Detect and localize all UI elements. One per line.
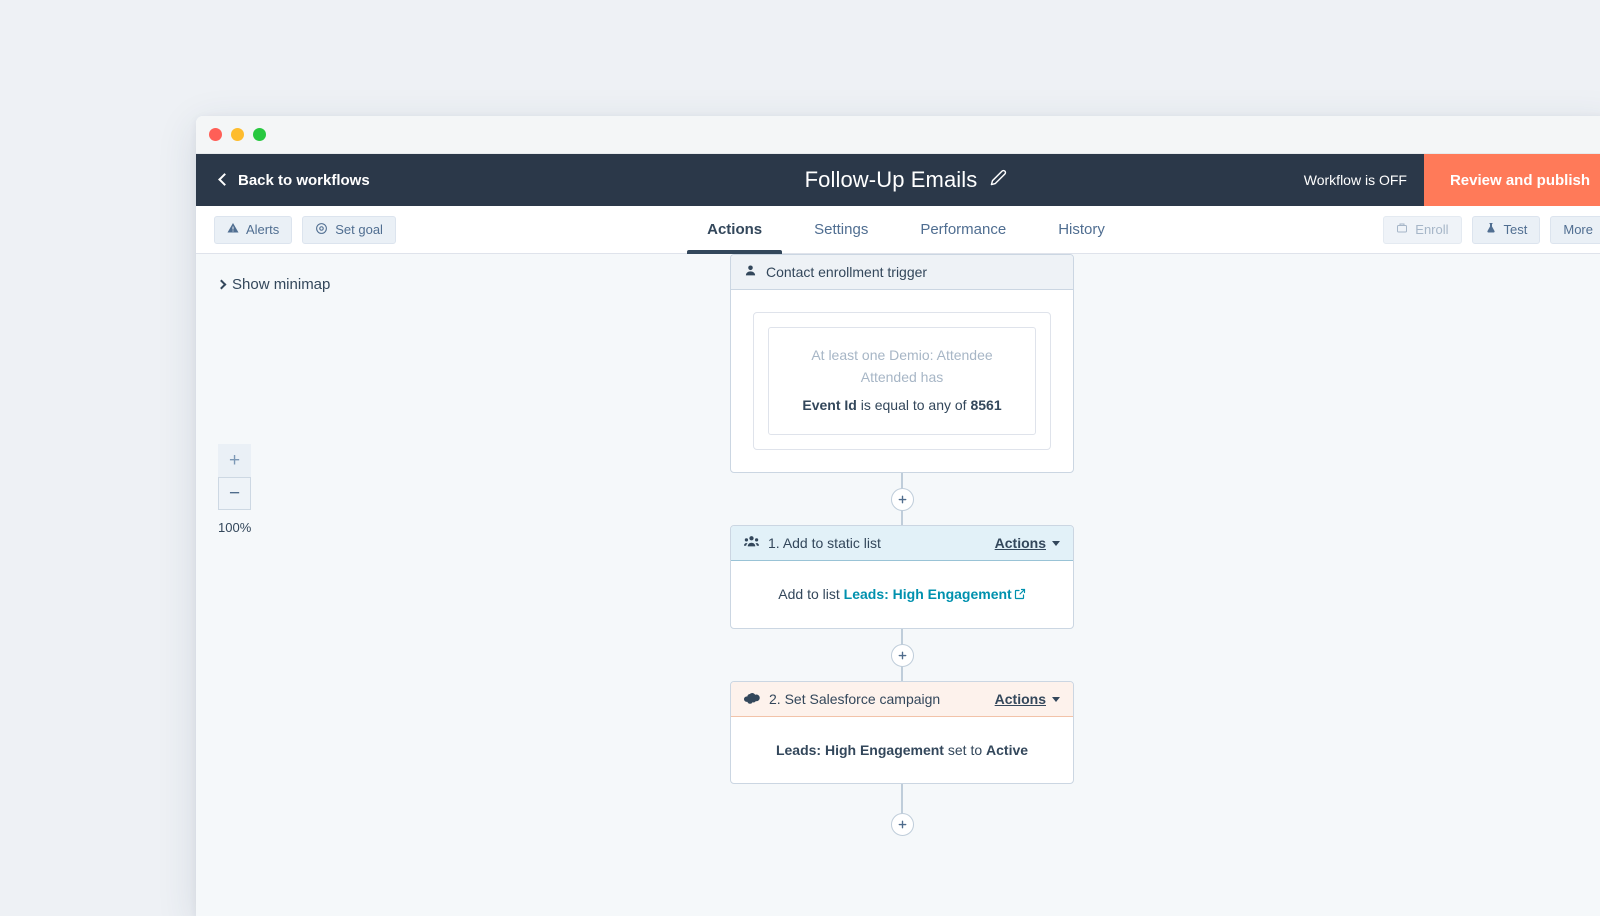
connector-3: [730, 784, 1074, 837]
minimize-window-button[interactable]: [231, 128, 244, 141]
trigger-card-header: Contact enrollment trigger: [731, 255, 1073, 290]
workflow-step-card-2[interactable]: 2. Set Salesforce campaign Actions Leads…: [730, 681, 1074, 785]
step-1-actions-menu[interactable]: Actions: [995, 535, 1060, 551]
show-minimap-toggle[interactable]: Show minimap: [216, 276, 331, 293]
workflow-toolbar: Alerts Set goal Actions Settings Perform…: [196, 206, 1600, 254]
step-2-actions-label: Actions: [994, 691, 1046, 708]
trigger-criteria-property: Event Id: [802, 397, 857, 414]
step-2-actions-menu[interactable]: Actions: [995, 691, 1060, 707]
step-1-number: 1.: [768, 535, 780, 552]
salesforce-cloud-icon: [744, 691, 760, 707]
warning-triangle-icon: [227, 222, 239, 237]
more-label: More: [1563, 222, 1593, 237]
step-1-list-link[interactable]: Leads: High Engagement: [844, 586, 1012, 602]
contact-enrollment-trigger-card[interactable]: Contact enrollment trigger At least one …: [730, 254, 1074, 474]
browser-window: Back to workflows Follow-Up Emails Workf…: [196, 116, 1600, 916]
step-2-number: 2.: [769, 691, 781, 708]
step-1-name: Add to static list: [782, 535, 881, 552]
workflow-flow: Contact enrollment trigger At least one …: [730, 254, 1074, 837]
window-titlebar: [196, 116, 1600, 154]
workflow-canvas: Show minimap + − 100% Contact enrollment…: [196, 254, 1600, 916]
trigger-filter-inner: At least one Demio: Attendee Attended ha…: [768, 327, 1036, 436]
toolbar-left-group: Alerts Set goal: [196, 215, 396, 244]
zoom-in-button[interactable]: +: [218, 444, 251, 477]
trigger-filter-line2: Attended has: [860, 368, 944, 385]
test-button[interactable]: Test: [1471, 215, 1541, 244]
trigger-filter-box: At least one Demio: Attendee Attended ha…: [753, 312, 1051, 451]
trigger-card-body: At least one Demio: Attendee Attended ha…: [731, 290, 1073, 472]
trigger-filter-line1: At least one Demio: Attendee: [811, 347, 993, 363]
step-2-body: Leads: High Engagement set to Active: [731, 717, 1073, 783]
step-1-body-prefix: Add to list: [778, 586, 840, 603]
zoom-controls: + − 100%: [218, 444, 251, 535]
more-button[interactable]: More: [1550, 215, 1600, 244]
alerts-button[interactable]: Alerts: [214, 215, 293, 244]
workflow-step-card-1[interactable]: 1. Add to static list Actions Add to lis…: [730, 525, 1074, 630]
close-window-button[interactable]: [209, 128, 222, 141]
connector-2: [730, 629, 1074, 682]
enroll-icon: [1396, 222, 1408, 237]
app-header: Back to workflows Follow-Up Emails Workf…: [196, 154, 1600, 206]
tab-settings[interactable]: Settings: [788, 206, 894, 253]
chevron-down-icon: [1052, 696, 1060, 702]
step-1-title: 1. Add to static list: [768, 535, 881, 551]
step-1-body: Add to list Leads: High Engagement: [731, 561, 1073, 628]
page-title: Follow-Up Emails: [804, 167, 978, 192]
step-2-name: Set Salesforce campaign: [784, 691, 941, 708]
chevron-down-icon: [1052, 540, 1060, 546]
workflow-status-label: Workflow is OFF: [1303, 172, 1407, 188]
tab-performance[interactable]: Performance: [894, 206, 1032, 253]
test-label: Test: [1503, 222, 1528, 237]
alerts-label: Alerts: [246, 222, 280, 237]
pencil-icon[interactable]: [990, 169, 1007, 191]
set-goal-button[interactable]: Set goal: [302, 215, 396, 244]
back-to-workflows-label: Back to workflows: [238, 171, 370, 189]
zoom-out-button[interactable]: −: [218, 477, 251, 510]
trigger-criteria-value: 8561: [970, 397, 1002, 414]
step-2-campaign-name: Leads: High Engagement: [775, 742, 944, 759]
step-1-header: 1. Add to static list Actions: [731, 526, 1073, 562]
maximize-window-button[interactable]: [253, 128, 266, 141]
add-step-button-2[interactable]: [890, 643, 914, 667]
set-goal-label: Set goal: [335, 222, 383, 237]
step-1-actions-label: Actions: [994, 535, 1046, 552]
show-minimap-label: Show minimap: [232, 276, 331, 293]
connector-1: [730, 473, 1074, 526]
trigger-criteria-operator: is equal to any of: [860, 397, 967, 414]
zoom-level-label: 100%: [218, 520, 252, 535]
add-step-button-1[interactable]: [890, 487, 914, 511]
trigger-card-title: Contact enrollment trigger: [766, 264, 928, 280]
contact-person-icon: [744, 264, 757, 280]
app-header-right: Workflow is OFF Review and publish: [1304, 154, 1600, 206]
tab-actions[interactable]: Actions: [681, 206, 788, 254]
chevron-right-icon: [216, 279, 227, 290]
add-step-button-3[interactable]: [890, 813, 914, 837]
trigger-criteria: Event Id is equal to any of 8561: [783, 395, 1021, 417]
back-to-workflows-link[interactable]: Back to workflows: [196, 172, 370, 189]
chevron-left-icon: [218, 173, 231, 186]
step-2-body-mid: set to: [947, 742, 983, 759]
step-2-campaign-status: Active: [986, 742, 1029, 759]
review-and-publish-button[interactable]: Review and publish: [1423, 154, 1600, 206]
step-2-title: 2. Set Salesforce campaign: [769, 691, 940, 707]
tab-history[interactable]: History: [1032, 206, 1131, 253]
target-icon: [315, 222, 328, 238]
enroll-label: Enroll: [1415, 222, 1449, 237]
external-link-icon[interactable]: [1014, 587, 1026, 603]
people-group-icon: [744, 535, 759, 551]
enroll-button[interactable]: Enroll: [1383, 215, 1462, 244]
flask-icon: [1485, 222, 1497, 237]
toolbar-right-group: Enroll Test More: [1383, 215, 1600, 244]
step-2-header: 2. Set Salesforce campaign Actions: [731, 682, 1073, 718]
